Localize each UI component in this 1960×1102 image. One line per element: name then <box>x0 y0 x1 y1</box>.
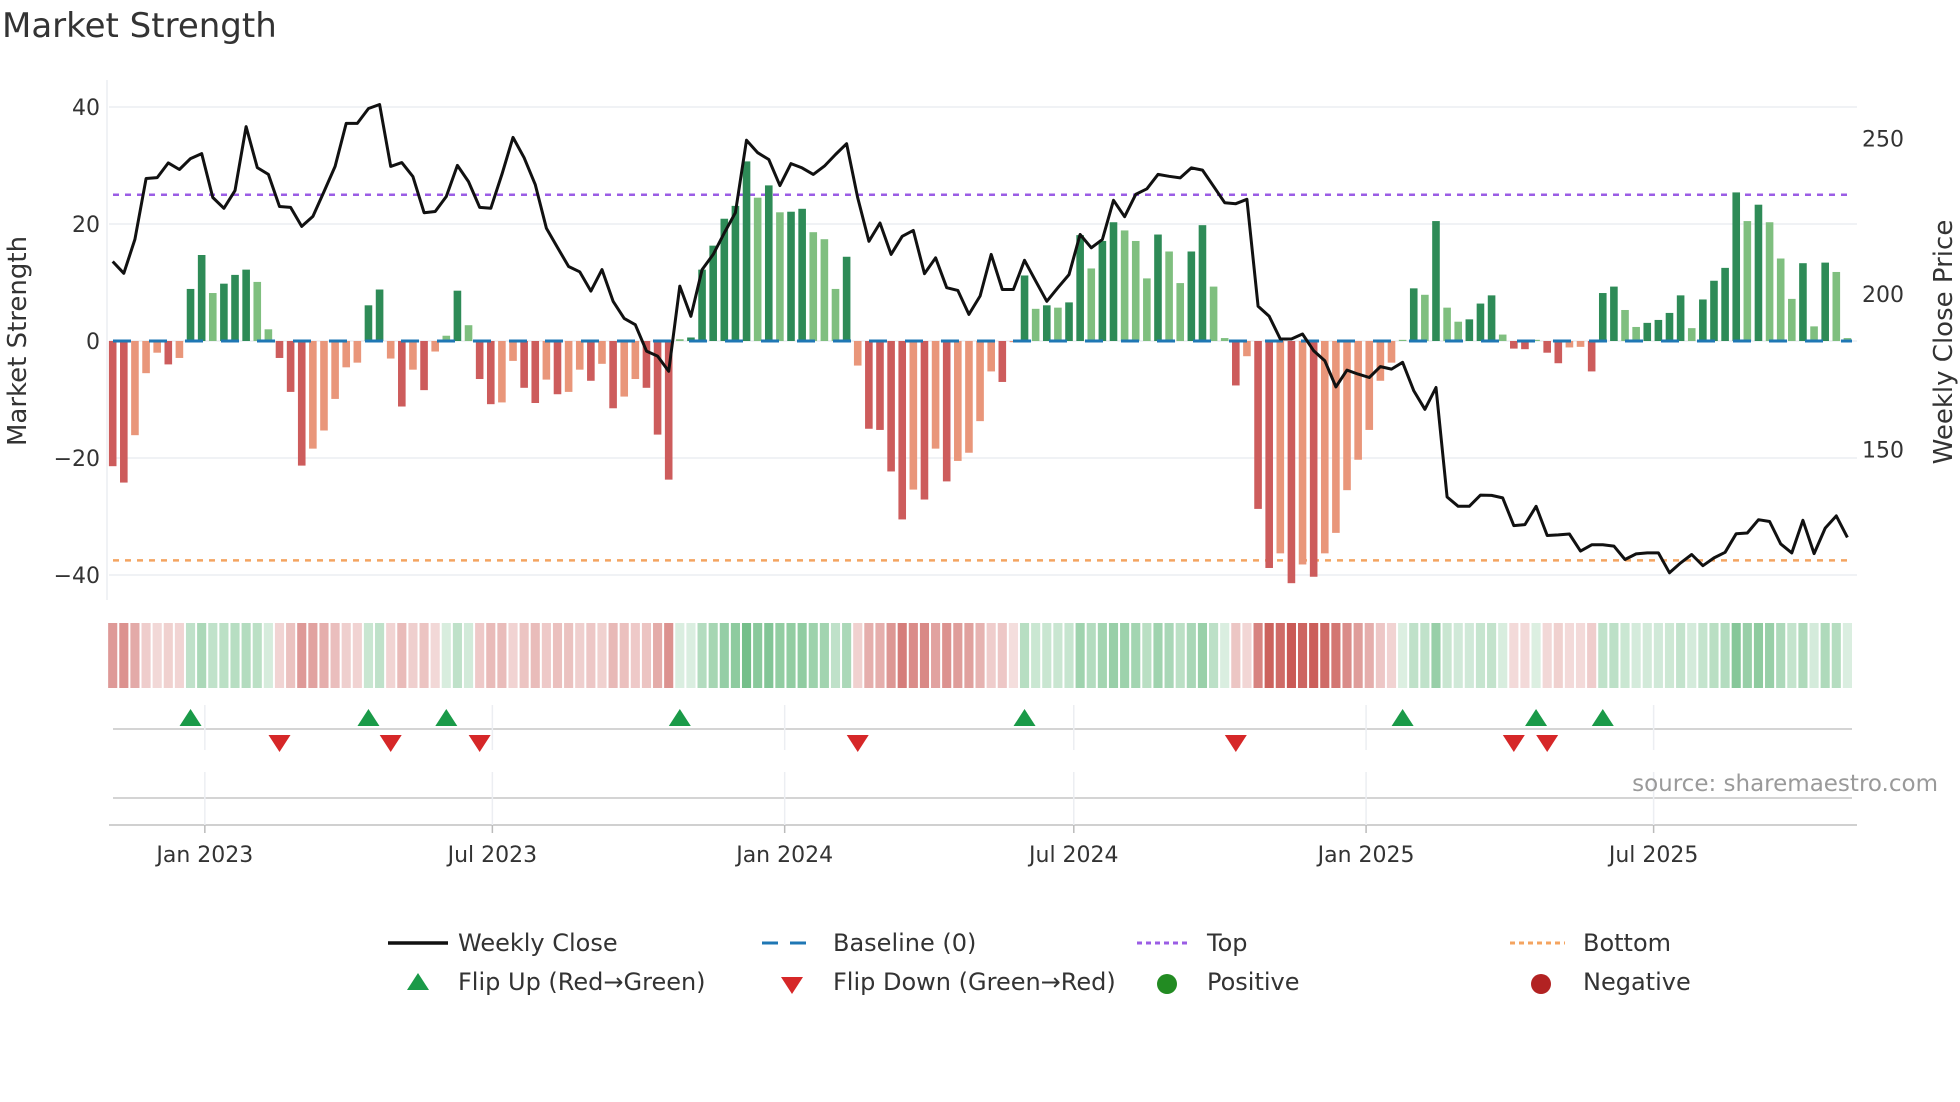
legend-weekly-close: Weekly Close <box>458 929 618 957</box>
legend-baseline: Baseline (0) <box>833 929 977 957</box>
legend-negative: Negative <box>1583 968 1691 996</box>
legend-flip-down: Flip Down (Green→Red) <box>833 968 1116 996</box>
legend-top: Top <box>1207 929 1248 957</box>
legend-positive-icon <box>1157 974 1177 994</box>
legend-negative-icon <box>1531 974 1551 994</box>
legend-flip-down-icon <box>781 977 803 994</box>
legend-flip-up-icon <box>407 973 429 990</box>
legend-bottom: Bottom <box>1583 929 1672 957</box>
legend-positive: Positive <box>1207 968 1300 996</box>
legend-flip-up: Flip Up (Red→Green) <box>458 968 706 996</box>
